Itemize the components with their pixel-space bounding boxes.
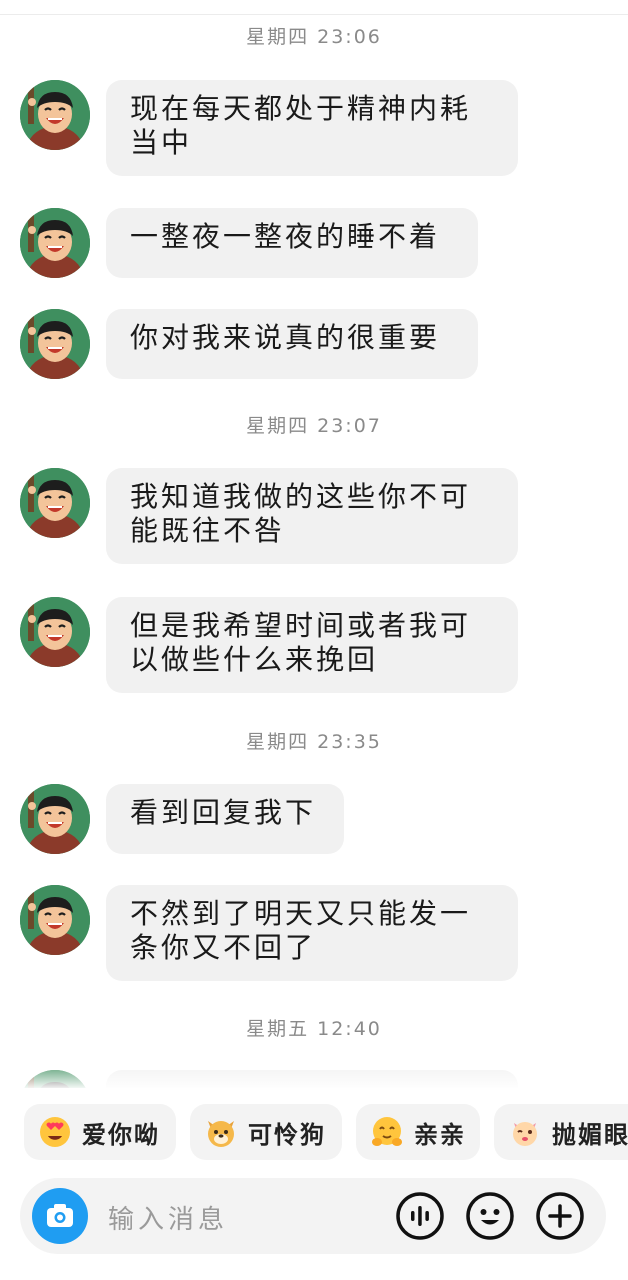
message-bubble[interactable]: 你对我来说真的很重要 (106, 309, 478, 379)
message-line: 现在每天都处于精神内耗 (130, 92, 472, 125)
timestamp: 星期五 12:40 (246, 1018, 382, 1040)
message-line: 以做些什么来挽回 (130, 643, 379, 676)
avatar-cartoon-icon (20, 885, 90, 955)
camera-button[interactable] (32, 1188, 88, 1244)
avatar[interactable] (20, 80, 90, 150)
voice-wave-icon (396, 1192, 444, 1240)
quick-reply-label: 亲亲 (414, 1120, 466, 1149)
chat-message-list[interactable]: 星期四 23:06 现在每天都处于精神内耗 当中 一整夜一整夜的睡不着 你对我来… (0, 0, 628, 1088)
plus-icon (536, 1192, 584, 1240)
avatar[interactable] (20, 597, 90, 667)
avatar-cartoon-icon (20, 309, 90, 379)
quick-reply-love[interactable]: 爱你呦 (24, 1104, 176, 1160)
message-line: 当中 (130, 126, 193, 159)
emoji-button[interactable] (464, 1190, 516, 1242)
camera-icon (47, 1204, 73, 1227)
quick-reply-puppy[interactable]: 可怜狗 (190, 1104, 342, 1160)
avatar[interactable] (20, 885, 90, 955)
timestamp: 星期四 23:06 (246, 26, 382, 48)
message-bubble[interactable]: 不然到了明天又只能发一 条你又不回了 (106, 885, 518, 981)
avatar-cartoon-icon (20, 80, 90, 150)
message-line: 条你又不回了 (130, 931, 317, 964)
avatar[interactable] (20, 468, 90, 538)
avatar-cartoon-icon (20, 468, 90, 538)
message-line: 看到回复我下 (130, 796, 317, 829)
message-input-bar: 输入消息 (20, 1178, 606, 1254)
avatar[interactable] (20, 309, 90, 379)
message-bubble[interactable]: 但是我希望时间或者我可 以做些什么来挽回 (106, 597, 518, 693)
avatar-cartoon-icon (20, 597, 90, 667)
quick-reply-label: 爱你呦 (82, 1120, 160, 1149)
puppy-face-icon (204, 1115, 238, 1149)
message-bubble[interactable]: 现在每天都处于精神内耗 当中 (106, 80, 518, 176)
message-line: 你对我来说真的很重要 (130, 321, 441, 354)
quick-sticker-bar: 爱你呦 可怜狗 亲亲 抛媚眼 (0, 1100, 628, 1162)
avatar-cartoon-icon (20, 208, 90, 278)
message-bubble[interactable]: 一整夜一整夜的睡不着 (106, 208, 478, 278)
quick-reply-label: 可怜狗 (248, 1120, 326, 1149)
avatar[interactable] (20, 784, 90, 854)
message-line: 不然到了明天又只能发一 (130, 897, 472, 930)
smiley-icon (466, 1192, 514, 1240)
message-line: 一整夜一整夜的睡不着 (130, 220, 441, 253)
quick-reply-kiss[interactable]: 亲亲 (356, 1104, 480, 1160)
wink-face-icon (508, 1115, 542, 1149)
quick-reply-label: 抛媚眼 (552, 1120, 628, 1149)
message-bubble[interactable]: 看到回复我下 (106, 784, 344, 854)
quick-reply-wink[interactable]: 抛媚眼 (494, 1104, 628, 1160)
avatar[interactable] (20, 208, 90, 278)
message-bubble[interactable]: 我知道我做的这些你不可 能既往不咎 (106, 468, 518, 564)
timestamp: 星期四 23:35 (246, 731, 382, 753)
message-line: 能既往不咎 (130, 514, 286, 547)
message-input[interactable]: 输入消息 (108, 1199, 228, 1236)
hugging-face-icon (370, 1115, 404, 1149)
voice-button[interactable] (394, 1190, 446, 1242)
message-line: 但是我希望时间或者我可 (130, 609, 472, 642)
add-button[interactable] (534, 1190, 586, 1242)
timestamp: 星期四 23:07 (246, 415, 382, 437)
scroll-fade (0, 1060, 628, 1088)
message-line: 我知道我做的这些你不可 (130, 480, 472, 513)
avatar-cartoon-icon (20, 784, 90, 854)
heart-eyes-icon (38, 1115, 72, 1149)
